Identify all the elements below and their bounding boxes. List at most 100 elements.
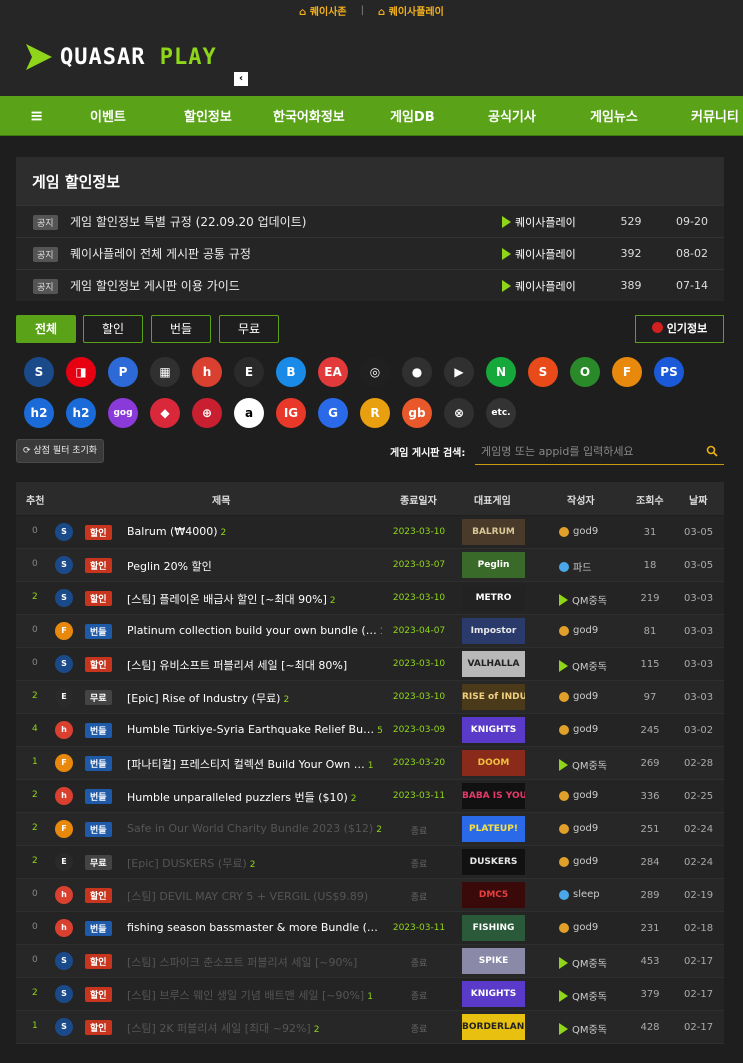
table-row[interactable]: 0 h 번들 fishing season bassmaster & more Bun… — [16, 912, 724, 945]
ps-store-icon[interactable]: P — [108, 357, 138, 387]
post-title[interactable]: Balrum (₩4000) 2 — [127, 525, 382, 538]
filter-bundle-button[interactable]: 번들 — [151, 315, 211, 343]
filter-free-button[interactable]: 무료 — [219, 315, 279, 343]
game-thumbnail[interactable]: DMC5 — [462, 882, 525, 908]
notice-row[interactable]: 공지 게임 할인정보 게시판 이용 가이드 퀘이사플레이 389 07-14 — [16, 269, 724, 301]
nexon-icon[interactable]: N — [486, 357, 516, 387]
site-logo[interactable]: QUASAR PLAY — [24, 42, 217, 72]
nav-item-gamedb[interactable]: 게임DB — [390, 106, 435, 125]
post-author[interactable]: god9 — [559, 790, 598, 801]
post-author[interactable]: sleep — [559, 889, 600, 900]
post-title[interactable]: [스팀] 스파이크 춘소프트 퍼블리셔 세일 [~90%] — [127, 954, 382, 970]
steam-icon[interactable]: S — [55, 556, 73, 574]
quasarplay-link[interactable]: ⌂ 퀘이사플레이 — [378, 3, 444, 18]
epic-icon[interactable]: E — [55, 853, 73, 871]
fanatical-icon[interactable]: F — [55, 754, 73, 772]
epic-icon[interactable]: E — [234, 357, 264, 387]
post-author[interactable]: god9 — [559, 625, 598, 636]
table-row[interactable]: 2 S 할인 [스팀] 플레이온 배급사 할인 [~최대 90%] 2 2023-03-1… — [16, 582, 724, 615]
table-row[interactable]: 2 S 할인 [스팀] 브루스 웨인 생일 기념 배트맨 세일 [~90%] 1 종료 KN… — [16, 978, 724, 1011]
game-thumbnail[interactable]: FISHING — [462, 915, 525, 941]
game-thumbnail[interactable]: RISE of INDUSTRY — [462, 684, 525, 710]
game-thumbnail[interactable]: METRO — [462, 585, 525, 611]
game-thumbnail[interactable]: SPIKE — [462, 948, 525, 974]
nav-menu-icon[interactable]: ≡ — [30, 106, 43, 125]
table-row[interactable]: 2 E 무료 [Epic] DUSKERS (무료) 2 종료 DUSKERS god9 284… — [16, 846, 724, 879]
ea-icon[interactable]: EA — [318, 357, 348, 387]
battlenet-icon[interactable]: B — [276, 357, 306, 387]
notice-author[interactable]: 퀘이사플레이 — [502, 278, 576, 294]
game-thumbnail[interactable]: BALRUM — [462, 519, 525, 545]
gamersgate-icon[interactable]: ⊗ — [444, 398, 474, 428]
rockstar-icon[interactable]: R — [360, 398, 390, 428]
nav-item-articles[interactable]: 공식기사 — [488, 106, 536, 125]
nav-item-localization[interactable]: 한국어화정보 — [273, 106, 345, 125]
post-author[interactable]: QM중독 — [559, 988, 607, 1003]
amazon-icon[interactable]: a — [234, 398, 264, 428]
humble-icon[interactable]: h — [55, 787, 73, 805]
post-title[interactable]: [스팀] 플레이온 배급사 할인 [~최대 90%] 2 — [127, 591, 382, 607]
nav-item-news[interactable]: 게임뉴스 — [590, 106, 638, 125]
game-thumbnail[interactable]: VALHALLA — [462, 651, 525, 677]
etc-icon[interactable]: etc. — [486, 398, 516, 428]
sidebar-collapse-button[interactable]: ‹ — [234, 72, 248, 86]
post-title[interactable]: [스팀] 브루스 웨인 생일 기념 배트맨 세일 [~90%] 1 — [127, 987, 382, 1003]
steam-icon[interactable]: S — [55, 952, 73, 970]
fanatical-icon[interactable]: F — [55, 622, 73, 640]
steam-icon[interactable]: S — [55, 655, 73, 673]
filter-sale-button[interactable]: 할인 — [83, 315, 143, 343]
google-play-icon[interactable]: ▶ — [444, 357, 474, 387]
post-author[interactable]: 파드 — [559, 559, 591, 574]
ig-icon[interactable]: IG — [276, 398, 306, 428]
notice-author[interactable]: 퀘이사플레이 — [502, 214, 576, 230]
post-title[interactable]: Platinum collection build your own bundl… — [127, 624, 382, 637]
steam-icon[interactable]: S — [24, 357, 54, 387]
post-title[interactable]: [스팀] 2K 퍼블리셔 세일 [최대 ~92%] 2 — [127, 1020, 382, 1036]
post-author[interactable]: QM중독 — [559, 1021, 607, 1036]
table-row[interactable]: 2 h 번들 Humble unparalleled puzzlers 번들 ($10… — [16, 780, 724, 813]
gamesplanet-icon[interactable]: ◆ — [150, 398, 180, 428]
post-title[interactable]: Safe in Our World Charity Bundle 2023 ($… — [127, 822, 382, 835]
notice-title[interactable]: 퀘이사플레이 전체 게시판 공통 규정 — [70, 245, 251, 262]
g-icon[interactable]: G — [318, 398, 348, 428]
search-icon[interactable] — [706, 445, 718, 457]
steam-icon[interactable]: S — [55, 985, 73, 1003]
ps-plus-icon[interactable]: PS — [654, 357, 684, 387]
post-author[interactable]: god9 — [559, 922, 598, 933]
nintendo-icon[interactable]: ◨ — [66, 357, 96, 387]
nav-item-event[interactable]: 이벤트 — [90, 106, 126, 125]
quasarzone-link[interactable]: ⌂ 퀘이사존 — [299, 3, 346, 18]
game-thumbnail[interactable]: PLATEUP! — [462, 816, 525, 842]
notice-row[interactable]: 공지 게임 할인정보 특별 규정 (22.09.20 업데이트) 퀘이사플레이 529… — [16, 205, 724, 237]
post-title[interactable]: [Epic] DUSKERS (무료) 2 — [127, 855, 382, 871]
post-author[interactable]: god9 — [559, 823, 598, 834]
post-author[interactable]: god9 — [559, 526, 598, 537]
steam-icon[interactable]: S — [55, 589, 73, 607]
search-input[interactable]: 게임명 또는 appid를 입력하세요 — [475, 439, 724, 465]
post-author[interactable]: god9 — [559, 691, 598, 702]
game-thumbnail[interactable]: KNIGHTS — [462, 717, 525, 743]
post-author[interactable]: QM중독 — [559, 955, 607, 970]
gamesbillet-icon[interactable]: gb — [402, 398, 432, 428]
indiegala-icon[interactable]: ⊕ — [192, 398, 222, 428]
fanatical-icon[interactable]: F — [55, 820, 73, 838]
epic-icon[interactable]: E — [55, 688, 73, 706]
game-thumbnail[interactable]: BORDERLANDS — [462, 1014, 525, 1040]
post-author[interactable]: QM중독 — [559, 757, 607, 772]
table-row[interactable]: 0 S 할인 [스팀] 유비소프트 퍼블리셔 세일 [~최대 80%] 2023-03-… — [16, 648, 724, 681]
notice-title[interactable]: 게임 할인정보 특별 규정 (22.09.20 업데이트) — [70, 213, 306, 230]
table-row[interactable]: 0 F 번들 Platinum collection build your own b… — [16, 615, 724, 648]
post-title[interactable]: [파나티컬] 프레스티지 컬렉션 Build Your Own … 1 — [127, 756, 382, 772]
post-title[interactable]: Peglin 20% 할인 — [127, 558, 382, 574]
steam-icon[interactable]: S — [55, 523, 73, 541]
notice-title[interactable]: 게임 할인정보 게시판 이용 가이드 — [70, 277, 240, 294]
nav-item-community[interactable]: 커뮤니티 — [691, 106, 739, 125]
humble-icon[interactable]: h — [55, 721, 73, 739]
post-author[interactable]: QM중독 — [559, 658, 607, 673]
apple-icon[interactable]: ● — [402, 357, 432, 387]
notice-row[interactable]: 공지 퀘이사플레이 전체 게시판 공통 규정 퀘이사플레이 392 08-02 — [16, 237, 724, 269]
post-author[interactable]: god9 — [559, 724, 598, 735]
post-author[interactable]: QM중독 — [559, 592, 607, 607]
humble-icon[interactable]: h — [55, 919, 73, 937]
table-row[interactable]: 4 h 번들 Humble Türkiye-Syria Earthquake Reli… — [16, 714, 724, 747]
